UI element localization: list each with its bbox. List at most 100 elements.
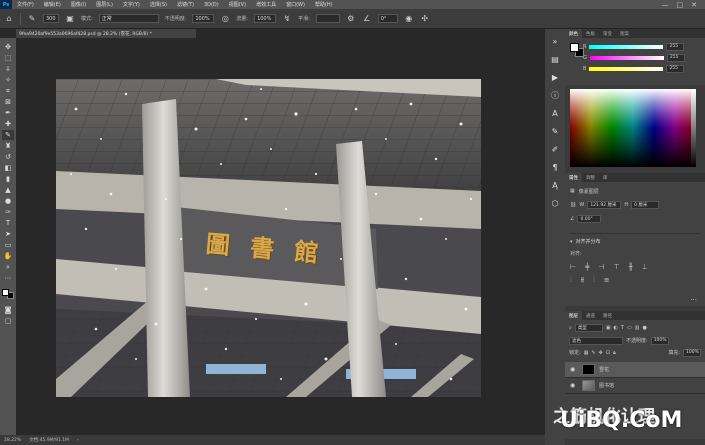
type-tool-icon[interactable]: T <box>2 218 14 228</box>
color-swatches[interactable] <box>2 289 14 299</box>
green-slider[interactable] <box>589 55 664 60</box>
chevron-right-icon[interactable]: › <box>77 438 79 443</box>
distribute-top-icon[interactable]: ≡ <box>604 276 610 285</box>
distribute-center-icon[interactable]: ⫵ <box>581 276 584 285</box>
lock-pixels-icon[interactable]: ✎ <box>591 350 595 356</box>
foreground-color-swatch[interactable] <box>570 43 579 52</box>
blue-slider[interactable] <box>589 66 664 71</box>
align-left-icon[interactable]: ⊢ <box>570 263 576 271</box>
glyphs-icon[interactable]: Ą <box>549 179 561 191</box>
foreground-color-swatch[interactable] <box>2 289 9 296</box>
color-spectrum[interactable] <box>570 89 696 167</box>
dodge-tool-icon[interactable]: ● <box>2 196 14 206</box>
height-field[interactable]: 0 厘米 <box>631 201 660 209</box>
red-value[interactable]: 255 <box>666 42 685 51</box>
history-icon[interactable]: ▤ <box>549 53 561 65</box>
menu-layer[interactable]: 图层(L) <box>91 1 118 8</box>
document-size[interactable]: 文档:45.9M/91.1M <box>29 437 69 443</box>
menu-view[interactable]: 视图(V) <box>224 1 251 8</box>
character-icon[interactable]: A <box>549 107 561 119</box>
link-icon[interactable]: ⛓ <box>570 202 576 208</box>
filter-type-icon[interactable]: T <box>621 325 624 331</box>
tab-gradients[interactable]: 渐变 <box>599 29 616 38</box>
path-select-tool-icon[interactable]: ➤ <box>2 229 14 239</box>
brush-size-picker[interactable]: 300 <box>43 14 59 23</box>
layer-name[interactable]: 雪花 <box>599 366 609 373</box>
play-icon[interactable]: ▶ <box>549 71 561 83</box>
quick-select-tool-icon[interactable]: ✧ <box>2 75 14 85</box>
fill-field[interactable]: 100% <box>683 348 701 357</box>
flow-field[interactable]: 100% <box>254 14 277 23</box>
menu-image[interactable]: 图像(I) <box>66 1 91 8</box>
brush-settings-icon[interactable]: ▣ <box>65 14 75 24</box>
menu-3d[interactable]: 3D(D) <box>199 2 224 8</box>
tab-libraries[interactable]: 库 <box>599 173 612 182</box>
spectrum-gray-bar[interactable] <box>691 89 696 167</box>
brushes-icon[interactable]: ✐ <box>549 143 561 155</box>
document-tab[interactable]: 9fea9420af9e553a0696af428.psd @ 28.2% (雪… <box>16 29 196 38</box>
layer-row[interactable]: ◉ 图书馆 <box>565 378 705 394</box>
menu-select[interactable]: 选择(S) <box>145 1 172 8</box>
pressure-size-icon[interactable]: ◉ <box>404 14 414 24</box>
distribute-left-icon[interactable]: ⫶ <box>570 276 572 285</box>
green-value[interactable]: 255 <box>666 53 685 62</box>
brush-tool-icon[interactable]: ✎ <box>27 14 37 24</box>
symmetry-icon[interactable]: ✣ <box>420 14 430 24</box>
gradient-tool-icon[interactable]: ▮ <box>2 174 14 184</box>
pressure-opacity-icon[interactable]: ◎ <box>220 14 230 24</box>
angle-field[interactable]: 0° <box>377 14 398 23</box>
quick-mask-icon[interactable]: ◙ <box>2 305 14 315</box>
crop-tool-icon[interactable]: ⌗ <box>2 86 14 96</box>
menu-edit[interactable]: 编辑(E) <box>39 1 66 8</box>
filter-pixel-icon[interactable]: ▣ <box>606 325 611 331</box>
clone-stamp-tool-icon[interactable]: ♜ <box>2 141 14 151</box>
frame-tool-icon[interactable]: ⊠ <box>2 97 14 107</box>
tab-channels[interactable]: 通道 <box>582 311 599 320</box>
filter-adjust-icon[interactable]: ◐ <box>614 325 618 331</box>
layer-row[interactable]: ◉ 雪花 <box>565 362 705 378</box>
screen-mode-icon[interactable]: ▢ <box>2 316 14 326</box>
tab-patterns[interactable]: 图案 <box>616 29 633 38</box>
healing-brush-tool-icon[interactable]: ✚ <box>2 119 14 129</box>
lock-transparent-icon[interactable]: ▦ <box>584 350 589 356</box>
brush-settings-icon[interactable]: ✎ <box>549 125 561 137</box>
layer-filter-select[interactable]: 类型 <box>574 324 603 332</box>
filter-toggle-icon[interactable]: ● <box>642 325 646 331</box>
more-tools-icon[interactable]: ⋯ <box>2 273 14 283</box>
photoshop-logo[interactable]: Ps <box>0 0 12 9</box>
tab-paths[interactable]: 路径 <box>599 311 616 320</box>
history-brush-tool-icon[interactable]: ↺ <box>2 152 14 162</box>
align-right-icon[interactable]: ⊣ <box>598 263 604 271</box>
lock-artboard-icon[interactable]: ⊡ <box>606 350 610 356</box>
filter-smart-icon[interactable]: ▥ <box>635 325 640 331</box>
rectangle-tool-icon[interactable]: ▭ <box>2 240 14 250</box>
align-bottom-icon[interactable]: ⊥ <box>642 263 648 271</box>
align-top-icon[interactable]: ⊤ <box>613 263 619 271</box>
lock-position-icon[interactable]: ✥ <box>599 350 603 356</box>
more-options-button[interactable]: ... <box>690 294 697 302</box>
airbrush-icon[interactable]: ↯ <box>282 14 292 24</box>
chevron-down-icon[interactable]: ▾ <box>570 239 573 245</box>
tab-swatches[interactable]: 色板 <box>582 29 599 38</box>
menu-window[interactable]: 窗口(W) <box>281 1 310 8</box>
lasso-tool-icon[interactable]: ↆ <box>2 64 14 74</box>
visibility-eye-icon[interactable]: ◉ <box>570 382 578 389</box>
align-hcenter-icon[interactable]: ╪ <box>585 263 589 271</box>
gear-icon[interactable]: ⚙ <box>346 14 356 24</box>
marquee-tool-icon[interactable]: ⬚ <box>2 53 14 63</box>
eyedropper-tool-icon[interactable]: ✒ <box>2 108 14 118</box>
distribute-right-icon[interactable]: ⫶ <box>593 276 595 285</box>
document-canvas[interactable]: 圖 書 館 <box>56 79 481 397</box>
tab-adjustments[interactable]: 调整 <box>582 173 599 182</box>
angle-field[interactable]: 0.00° <box>577 215 602 223</box>
menu-filter[interactable]: 滤镜(T) <box>172 1 199 8</box>
visibility-eye-icon[interactable]: ◉ <box>570 366 578 373</box>
menu-type[interactable]: 文字(Y) <box>118 1 145 8</box>
layer-name[interactable]: 图书馆 <box>599 382 614 389</box>
filter-shape-icon[interactable]: ▭ <box>627 325 632 331</box>
paragraph-icon[interactable]: ¶ <box>549 161 561 173</box>
layer-opacity-field[interactable]: 100% <box>650 336 669 345</box>
close-button[interactable]: ✕ <box>691 1 697 9</box>
brush-tool-icon[interactable]: ✎ <box>2 130 14 140</box>
red-slider[interactable] <box>589 44 664 49</box>
